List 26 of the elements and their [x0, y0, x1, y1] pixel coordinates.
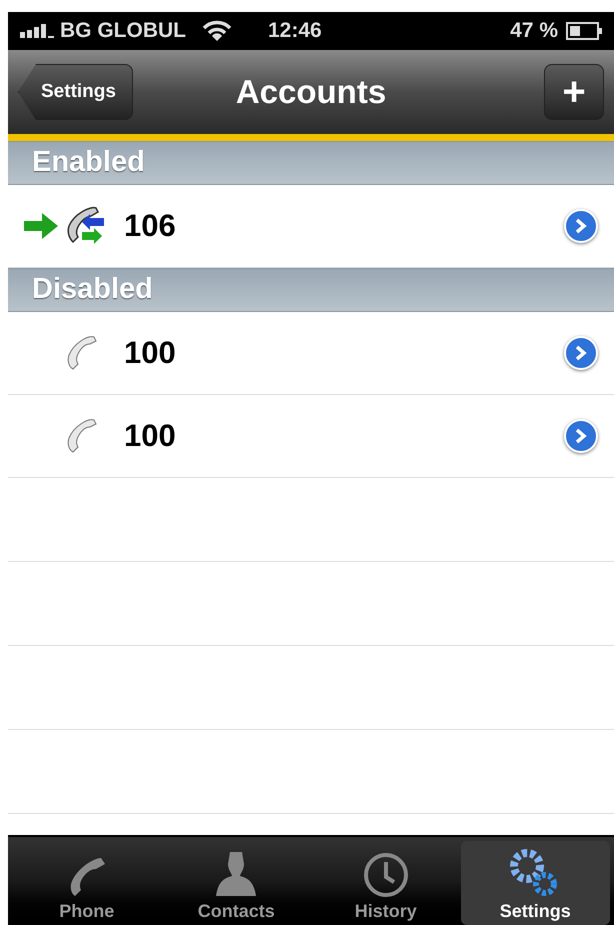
screen-title: Accounts [236, 72, 386, 112]
detail-disclosure-button[interactable] [564, 209, 598, 243]
chevron-right-icon [574, 345, 588, 361]
clock-time: 12:46 [268, 18, 322, 44]
signal-icon [20, 24, 56, 38]
tab[interactable]: Phone [12, 841, 162, 925]
account-name: 106 [124, 206, 176, 245]
clock-icon [362, 852, 409, 898]
chevron-right-icon [574, 428, 588, 444]
tab[interactable]: History [311, 841, 460, 925]
detail-disclosure-button[interactable] [564, 336, 598, 370]
account-name: 100 [124, 334, 176, 372]
account-name: 100 [124, 416, 176, 455]
tab[interactable]: Settings [460, 841, 610, 925]
carrier-name: BG GLOBUL [60, 18, 186, 44]
battery-percent: 47 % [510, 18, 558, 44]
wifi-icon [202, 20, 232, 42]
detail-disclosure-button[interactable] [564, 419, 598, 453]
chevron-right-icon [574, 218, 588, 234]
section-header: Enabled [8, 141, 614, 185]
section-header: Disabled [8, 268, 614, 312]
battery-icon [566, 22, 602, 40]
back-button[interactable]: Settings [18, 64, 133, 120]
add-button[interactable]: + [544, 64, 604, 120]
person-icon [214, 850, 258, 898]
tab[interactable]: Contacts [162, 841, 311, 925]
